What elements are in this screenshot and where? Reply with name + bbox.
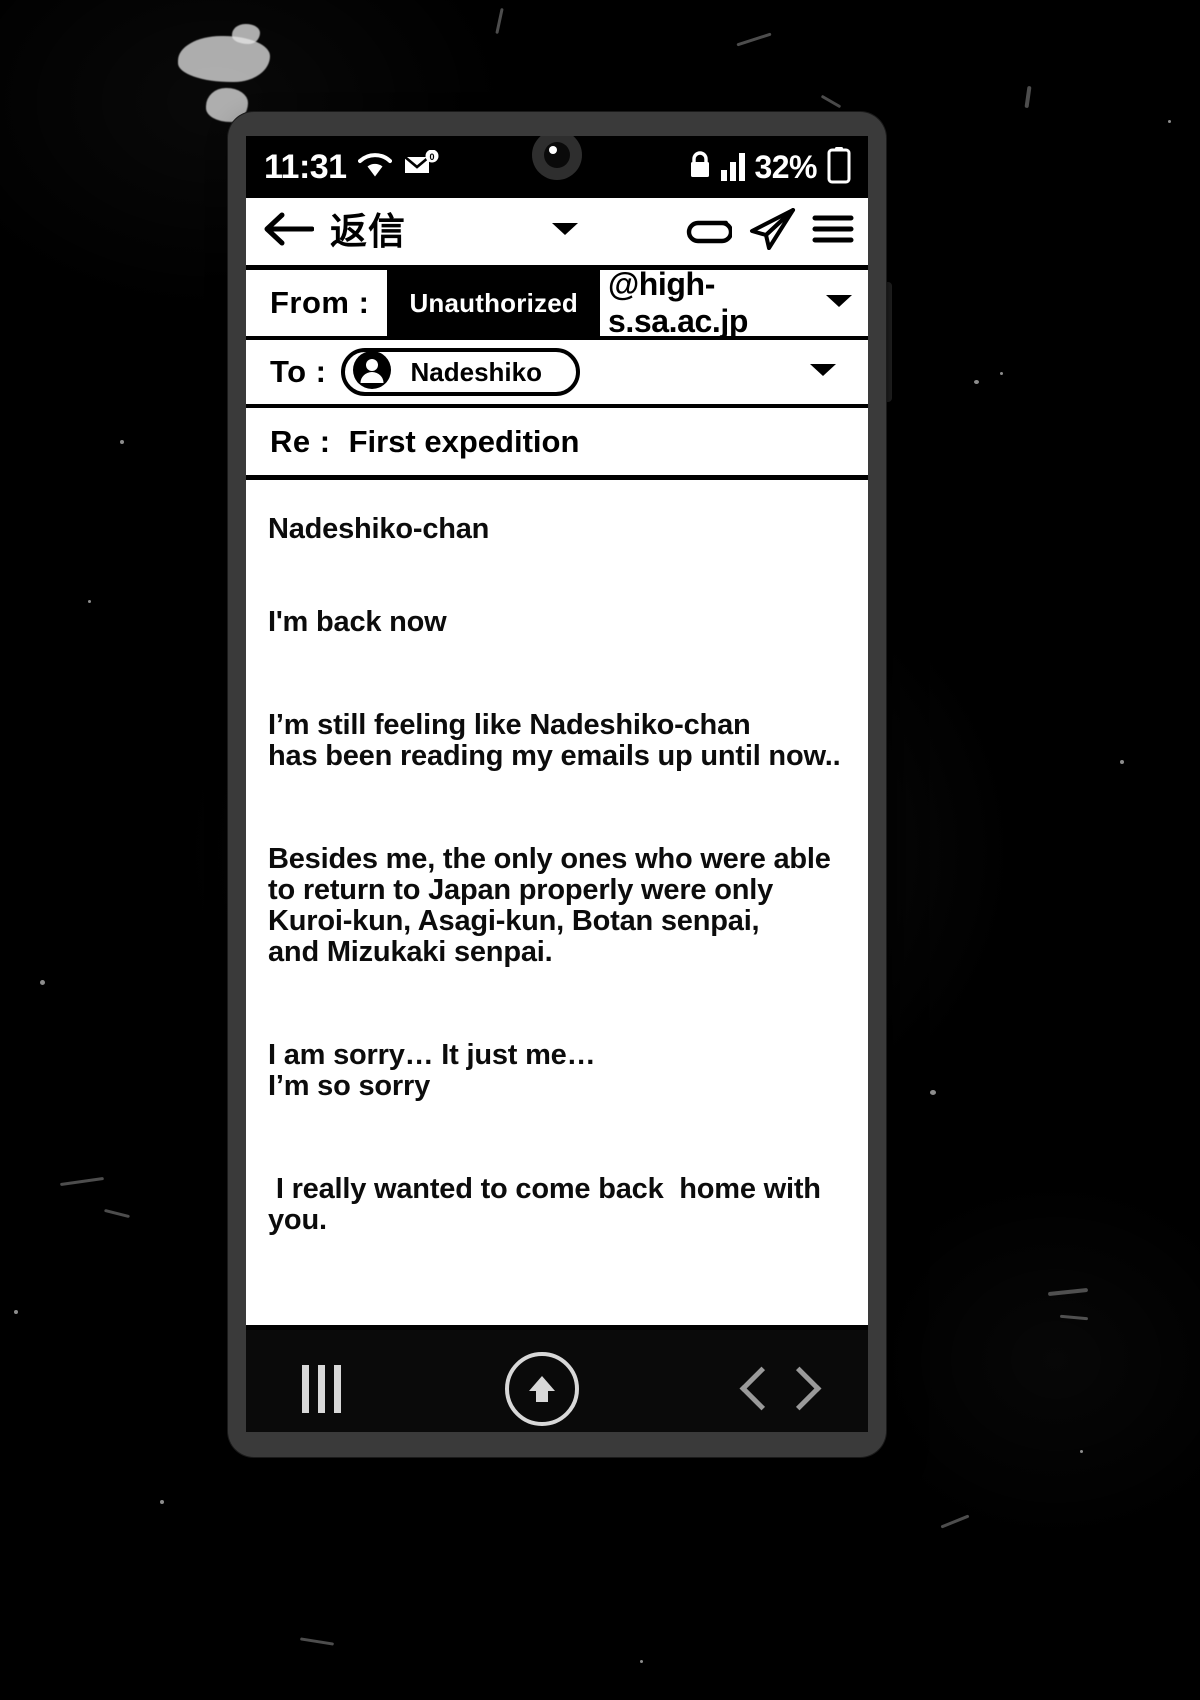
camera-lens-icon <box>544 142 570 168</box>
attachment-icon[interactable] <box>684 209 734 254</box>
body-line: I am sorry… It just me… <box>268 1039 596 1072</box>
subject-value: First expedition <box>348 423 580 459</box>
status-bar: 11:31 0 32% <box>246 136 868 198</box>
body-line: I really wanted to come back home with y… <box>268 1173 829 1237</box>
body-line: and Mizukaki senpai. <box>268 936 553 969</box>
unread-mail-icon: 0 <box>403 149 439 185</box>
recipient-chip[interactable]: Nadeshiko <box>340 348 581 396</box>
wifi-icon <box>357 152 392 183</box>
body-paragraph-6: I really wanted to come back home with y… <box>268 1174 846 1236</box>
from-domain-field[interactable]: @high-s.sa.ac.jp <box>600 266 868 339</box>
mail-body-editor[interactable]: Nadeshiko-chan I'm back now I’m still fe… <box>246 480 868 1330</box>
mail-badge-count: 0 <box>429 152 434 162</box>
home-up-arrow-icon[interactable] <box>504 1352 579 1426</box>
chevron-down-icon[interactable] <box>808 361 838 384</box>
to-label: To : <box>270 354 327 389</box>
phone-device: 11:31 0 32% 返信 From: Unauthorized @high… <box>228 112 886 1457</box>
lock-icon <box>688 150 712 185</box>
toolbar-right-group <box>684 207 854 256</box>
battery-percent: 32% <box>754 148 817 185</box>
android-navigation-bar <box>246 1330 868 1432</box>
body-paragraph-4: Besides me, the only ones who were able … <box>268 844 846 968</box>
mail-compose-app: 返信 From: Unauthorized @high-s.sa.ac.jp … <box>246 198 868 1432</box>
nav-arrows-group <box>742 1366 812 1412</box>
to-left-group: To : Nadeshiko <box>270 348 581 396</box>
status-clock: 11:31 <box>264 148 347 186</box>
from-domain-value: @high-s.sa.ac.jp <box>607 266 749 339</box>
body-line: Kuroi-kun, Asagi-kun, Botan senpai, <box>268 905 760 938</box>
front-camera-punch-hole <box>532 136 582 180</box>
back-arrow-icon[interactable] <box>262 210 315 253</box>
send-paper-plane-icon[interactable] <box>748 207 796 256</box>
body-line: I'm back now <box>268 606 447 639</box>
battery-icon <box>826 146 852 189</box>
body-line: I’m so sorry <box>268 1070 430 1103</box>
chevron-right-icon[interactable] <box>786 1366 812 1412</box>
chevron-down-icon[interactable] <box>824 292 854 315</box>
body-line: Nadeshiko-chan <box>268 513 490 545</box>
recipient-name: Nadeshiko <box>410 356 543 387</box>
person-avatar-icon <box>351 349 393 396</box>
body-paragraph-3: I’m still feeling like Nadeshiko-chan ha… <box>268 710 846 772</box>
status-bar-right: 32% <box>688 136 852 198</box>
page-title: 返信 <box>330 211 406 252</box>
body-line: I’m still feeling like Nadeshiko-chan <box>268 709 751 742</box>
body-paragraph-1: Nadeshiko-chan <box>268 513 846 545</box>
recents-bars-icon[interactable] <box>302 1365 341 1413</box>
body-paragraph-5: I am sorry… It just me… I’m so sorry <box>268 1040 846 1102</box>
chevron-left-icon[interactable] <box>742 1366 768 1412</box>
body-line: to return to Japan properly were only <box>268 874 774 907</box>
body-line: has been reading my emails up until now.… <box>268 740 841 773</box>
from-account-value: Unauthorized <box>409 287 578 318</box>
to-row: To : Nadeshiko <box>246 340 868 408</box>
phone-screen: 11:31 0 32% 返信 From: Unauthorized @high… <box>246 136 868 1432</box>
status-bar-left: 11:31 0 <box>264 136 439 198</box>
body-line: Besides me, the only ones who were able <box>268 843 831 876</box>
from-account-field[interactable]: Unauthorized <box>387 270 600 336</box>
from-row: From : Unauthorized @high-s.sa.ac.jp <box>246 266 868 340</box>
chevron-down-icon[interactable] <box>550 220 580 243</box>
toolbar-left-group: 返信 <box>262 210 580 253</box>
compose-toolbar: 返信 <box>246 198 868 270</box>
subject-row[interactable]: Re : First expedition <box>246 408 868 480</box>
body-paragraph-2: I'm back now <box>268 606 846 639</box>
from-label: From : <box>270 285 370 320</box>
hamburger-menu-icon[interactable] <box>812 211 854 252</box>
subject-label: Re : <box>270 423 331 459</box>
signal-bars-icon <box>721 153 746 181</box>
